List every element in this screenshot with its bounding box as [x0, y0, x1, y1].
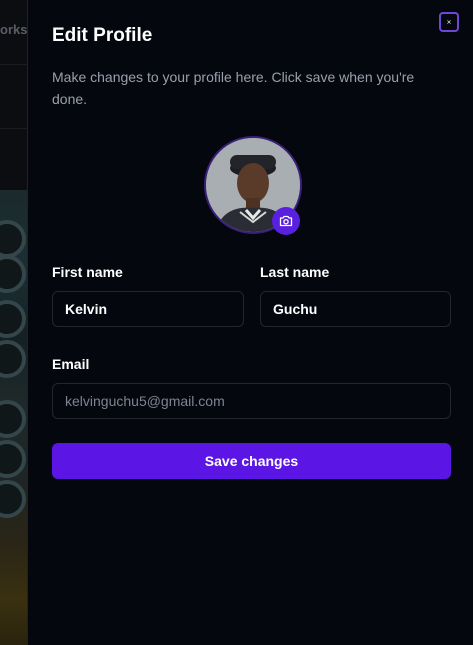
page-title: Edit Profile	[52, 25, 153, 46]
last-name-label: Last name	[260, 264, 330, 280]
close-icon	[447, 20, 451, 24]
close-button[interactable]	[439, 12, 459, 32]
last-name-field[interactable]	[260, 291, 451, 327]
camera-icon	[279, 215, 293, 227]
first-name-field[interactable]	[52, 291, 244, 327]
edit-profile-sheet: Edit Profile Make changes to your profil…	[27, 0, 473, 645]
divider	[0, 64, 27, 65]
save-button[interactable]: Save changes	[52, 443, 451, 479]
divider	[0, 128, 27, 129]
email-label: Email	[52, 356, 90, 372]
backdrop-image	[0, 190, 27, 645]
sheet-description: Make changes to your profile here. Click…	[52, 69, 415, 107]
backdrop-partial-text: orks	[0, 22, 27, 37]
email-field[interactable]	[52, 383, 451, 419]
change-avatar-button[interactable]	[272, 207, 300, 235]
page-backdrop: orks	[0, 0, 27, 645]
first-name-label: First name	[52, 264, 123, 280]
avatar-container	[204, 136, 302, 235]
